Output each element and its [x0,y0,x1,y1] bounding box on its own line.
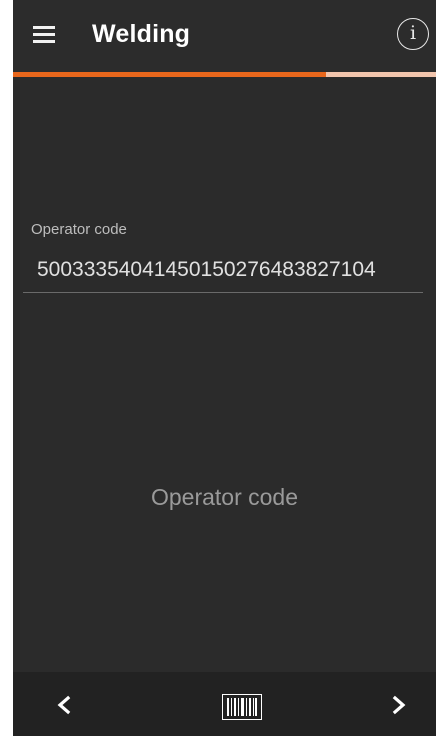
chevron-right-icon[interactable] [384,690,414,720]
bottom-nav-bar [13,672,436,736]
progress-fill [13,72,327,77]
operator-code-prompt: Operator code [150,484,299,510]
app-bar: Welding i [13,0,436,72]
operator-code-input[interactable]: 500333540414501502764838271​04 [23,253,423,293]
barcode-icon[interactable] [221,693,263,721]
chevron-left-icon[interactable] [49,690,79,720]
hamburger-menu-icon[interactable] [33,26,55,43]
page-title: Welding [92,20,191,48]
info-icon[interactable]: i [397,18,429,50]
progress-bar [13,72,436,77]
operator-code-label: Operator code [31,221,127,238]
app-screen: Welding i Operator code 5003335404145015… [13,0,436,736]
